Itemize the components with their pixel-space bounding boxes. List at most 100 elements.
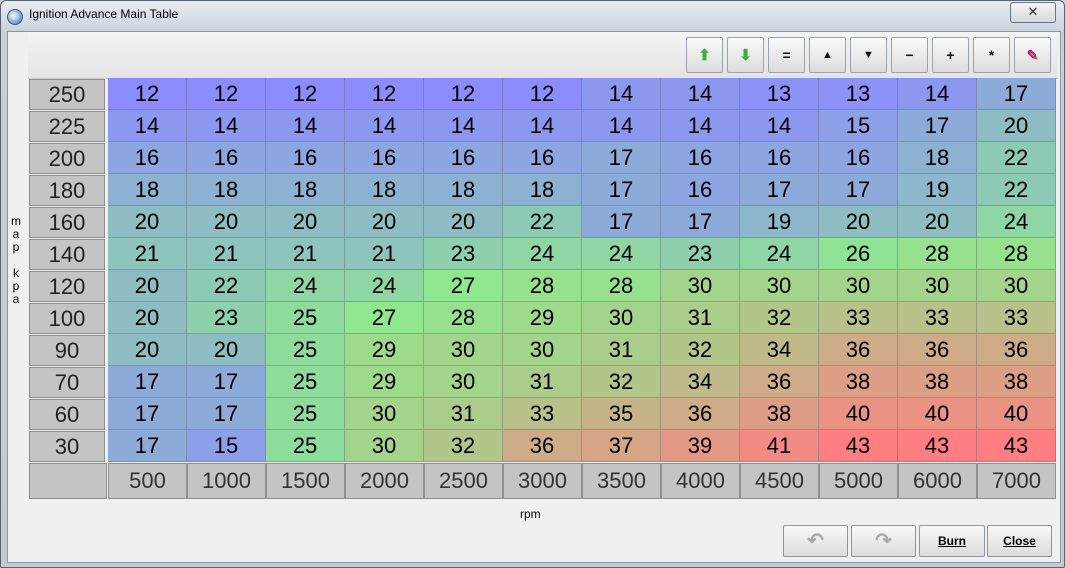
- table-cell[interactable]: 20: [898, 206, 977, 238]
- table-cell[interactable]: 33: [977, 302, 1056, 334]
- table-cell[interactable]: 18: [266, 174, 345, 206]
- table-cell[interactable]: 41: [740, 430, 819, 462]
- table-cell[interactable]: 31: [503, 366, 582, 398]
- table-cell[interactable]: 14: [187, 110, 266, 142]
- table-cell[interactable]: 14: [424, 110, 503, 142]
- table-cell[interactable]: 14: [345, 110, 424, 142]
- table-cell[interactable]: 17: [108, 430, 187, 462]
- table-cell[interactable]: 22: [977, 142, 1056, 174]
- table-cell[interactable]: 23: [187, 302, 266, 334]
- table-cell[interactable]: 38: [898, 366, 977, 398]
- table-cell[interactable]: 29: [345, 334, 424, 366]
- table-cell[interactable]: 17: [661, 206, 740, 238]
- table-cell[interactable]: 43: [819, 430, 898, 462]
- table-cell[interactable]: 30: [424, 366, 503, 398]
- table-cell[interactable]: 39: [661, 430, 740, 462]
- table-cell[interactable]: 14: [108, 110, 187, 142]
- table-cell[interactable]: 17: [108, 366, 187, 398]
- add-button[interactable]: +: [932, 37, 969, 73]
- table-cell[interactable]: 12: [266, 78, 345, 110]
- table-cell[interactable]: 22: [977, 174, 1056, 206]
- increase-green-icon[interactable]: ⬆: [686, 37, 723, 73]
- table-cell[interactable]: 14: [740, 110, 819, 142]
- table-cell[interactable]: 25: [266, 334, 345, 366]
- table-cell[interactable]: 36: [898, 334, 977, 366]
- table-cell[interactable]: 18: [424, 174, 503, 206]
- table-cell[interactable]: 17: [898, 110, 977, 142]
- table-cell[interactable]: 40: [819, 398, 898, 430]
- table-cell[interactable]: 22: [187, 270, 266, 302]
- table-cell[interactable]: 30: [424, 334, 503, 366]
- table-cell[interactable]: 17: [582, 174, 661, 206]
- table-cell[interactable]: 16: [819, 142, 898, 174]
- table-cell[interactable]: 16: [661, 174, 740, 206]
- table-cell[interactable]: 21: [187, 238, 266, 270]
- table-cell[interactable]: 20: [266, 206, 345, 238]
- table-cell[interactable]: 22: [503, 206, 582, 238]
- table-cell[interactable]: 17: [187, 398, 266, 430]
- table-cell[interactable]: 25: [266, 398, 345, 430]
- table-cell[interactable]: 24: [503, 238, 582, 270]
- title-bar[interactable]: Ignition Advance Main Table ✕: [1, 1, 1064, 31]
- table-cell[interactable]: 29: [345, 366, 424, 398]
- window-close-button[interactable]: ✕: [1010, 2, 1056, 23]
- table-cell[interactable]: 36: [977, 334, 1056, 366]
- table-cell[interactable]: 21: [108, 238, 187, 270]
- table-cell[interactable]: 38: [977, 366, 1056, 398]
- table-cell[interactable]: 25: [266, 302, 345, 334]
- table-cell[interactable]: 20: [977, 110, 1056, 142]
- increment-button[interactable]: ▲: [809, 37, 846, 73]
- table-cell[interactable]: 31: [424, 398, 503, 430]
- table-cell[interactable]: 16: [187, 142, 266, 174]
- table-cell[interactable]: 30: [503, 334, 582, 366]
- table-cell[interactable]: 24: [977, 206, 1056, 238]
- multiply-button[interactable]: *: [973, 37, 1010, 73]
- table-cell[interactable]: 21: [345, 238, 424, 270]
- table-cell[interactable]: 20: [187, 334, 266, 366]
- table-cell[interactable]: 38: [740, 398, 819, 430]
- table-cell[interactable]: 30: [740, 270, 819, 302]
- table-cell[interactable]: 35: [582, 398, 661, 430]
- table-cell[interactable]: 17: [187, 366, 266, 398]
- table-cell[interactable]: 17: [582, 206, 661, 238]
- table-cell[interactable]: 17: [108, 398, 187, 430]
- table-cell[interactable]: 40: [977, 398, 1056, 430]
- table-cell[interactable]: 16: [740, 142, 819, 174]
- subtract-button[interactable]: −: [891, 37, 928, 73]
- table-cell[interactable]: 18: [503, 174, 582, 206]
- table-cell[interactable]: 12: [424, 78, 503, 110]
- table-cell[interactable]: 12: [108, 78, 187, 110]
- table-cell[interactable]: 31: [661, 302, 740, 334]
- table-cell[interactable]: 30: [345, 398, 424, 430]
- table-cell[interactable]: 16: [108, 142, 187, 174]
- table-cell[interactable]: 13: [819, 78, 898, 110]
- table-cell[interactable]: 14: [661, 110, 740, 142]
- table-cell[interactable]: 17: [582, 142, 661, 174]
- interpolate-pen-icon[interactable]: ✎: [1014, 37, 1051, 73]
- table-cell[interactable]: 40: [898, 398, 977, 430]
- table-cell[interactable]: 32: [661, 334, 740, 366]
- table-cell[interactable]: 30: [977, 270, 1056, 302]
- undo-button[interactable]: ↶: [783, 525, 848, 557]
- table-cell[interactable]: 14: [266, 110, 345, 142]
- table-cell[interactable]: 43: [977, 430, 1056, 462]
- table-cell[interactable]: 34: [661, 366, 740, 398]
- table-cell[interactable]: 18: [898, 142, 977, 174]
- table-cell[interactable]: 18: [108, 174, 187, 206]
- table-cell[interactable]: 14: [898, 78, 977, 110]
- table-cell[interactable]: 14: [582, 78, 661, 110]
- decrease-green-icon[interactable]: ⬇: [727, 37, 764, 73]
- table-cell[interactable]: 28: [977, 238, 1056, 270]
- table-cell[interactable]: 33: [898, 302, 977, 334]
- table-cell[interactable]: 12: [187, 78, 266, 110]
- table-cell[interactable]: 36: [503, 430, 582, 462]
- table-cell[interactable]: 32: [424, 430, 503, 462]
- table-cell[interactable]: 19: [898, 174, 977, 206]
- table-cell[interactable]: 32: [582, 366, 661, 398]
- table-cell[interactable]: 17: [740, 174, 819, 206]
- table-cell[interactable]: 33: [503, 398, 582, 430]
- table-cell[interactable]: 16: [661, 142, 740, 174]
- table-cell[interactable]: 23: [424, 238, 503, 270]
- table-cell[interactable]: 16: [266, 142, 345, 174]
- table-cell[interactable]: 20: [345, 206, 424, 238]
